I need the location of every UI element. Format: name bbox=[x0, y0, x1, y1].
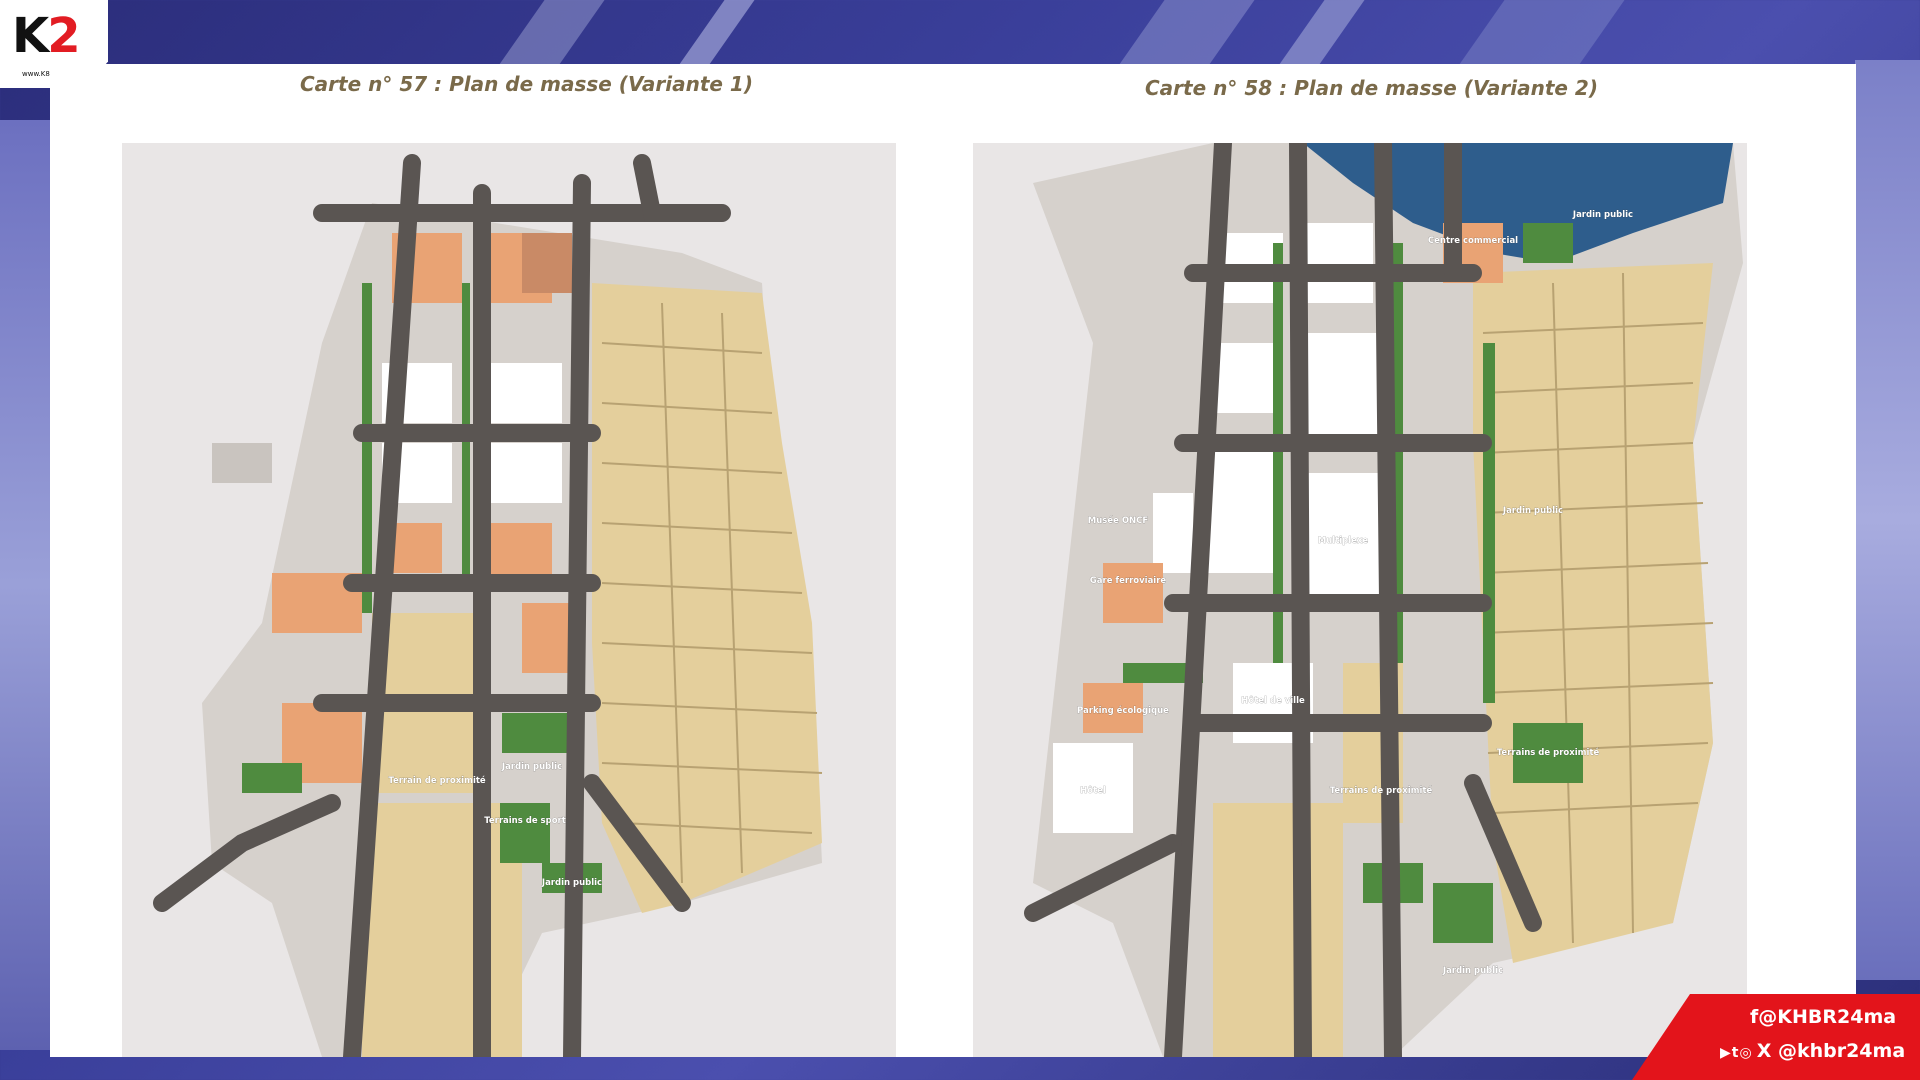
map2-label: Musée ONCF bbox=[1088, 515, 1149, 526]
map2-label: Hôtel bbox=[1080, 785, 1106, 796]
left-map-caption: Carte n° 57 : Plan de masse (Variante 1) bbox=[300, 72, 753, 96]
logo-mark: K2 bbox=[12, 8, 81, 64]
background-stripe bbox=[1275, 0, 1365, 70]
right-map-caption: Carte n° 58 : Plan de masse (Variante 2) bbox=[1145, 76, 1598, 100]
youtube-tiktok-instagram-icon: ▶t◎ bbox=[1720, 1045, 1753, 1061]
logo-number: 2 bbox=[47, 8, 80, 64]
background-stripe bbox=[495, 0, 605, 70]
logo-letter: K bbox=[12, 8, 49, 64]
map1-label: Jardin public bbox=[501, 762, 562, 772]
facebook-handle: f@KHBR24ma bbox=[1750, 1006, 1897, 1028]
background-stripe bbox=[1115, 0, 1255, 70]
social-handles-row: ▶t◎ X @khbr24ma bbox=[1720, 1040, 1905, 1062]
map2-label: Terrains de proximité bbox=[1497, 747, 1600, 758]
background-stripe bbox=[675, 0, 755, 70]
map2-label: Terrains de proximité bbox=[1330, 785, 1433, 796]
map1-label: Terrains de sport bbox=[484, 816, 566, 826]
map2-label: Gare ferroviaire bbox=[1090, 576, 1167, 586]
map2-label: Multiplexe bbox=[1318, 536, 1369, 546]
map-variant-1-drawing: Jardin public Terrains de sport Terrain … bbox=[153, 154, 823, 1057]
map-variant-2-drawing: Jardin public Multiplexe Hôtel de ville … bbox=[1024, 143, 1743, 1057]
background-glow-left bbox=[0, 120, 50, 1050]
map2-label: Jardin public bbox=[1502, 506, 1563, 516]
background-band-right bbox=[1855, 60, 1920, 980]
master-plan-map-variant-2: Jardin public Multiplexe Hôtel de ville … bbox=[973, 143, 1747, 1057]
presentation-slide: Carte n° 57 : Plan de masse (Variante 1)… bbox=[50, 64, 1856, 1057]
master-plan-map-variant-1: Jardin public Terrains de sport Terrain … bbox=[122, 143, 896, 1057]
map1-label: Terrain de proximité bbox=[388, 775, 486, 786]
background-stripe bbox=[1455, 0, 1625, 70]
map2-label: Jardin public bbox=[1572, 210, 1633, 220]
map2-label: Centre commercial bbox=[1428, 236, 1518, 246]
x-handle: X @khbr24ma bbox=[1756, 1040, 1906, 1062]
map2-label: Jardin public bbox=[1442, 966, 1503, 976]
map2-label: Parking écologique bbox=[1077, 705, 1169, 716]
map1-label: Jardin public bbox=[541, 878, 602, 888]
map2-label: Hôtel de ville bbox=[1241, 695, 1305, 706]
